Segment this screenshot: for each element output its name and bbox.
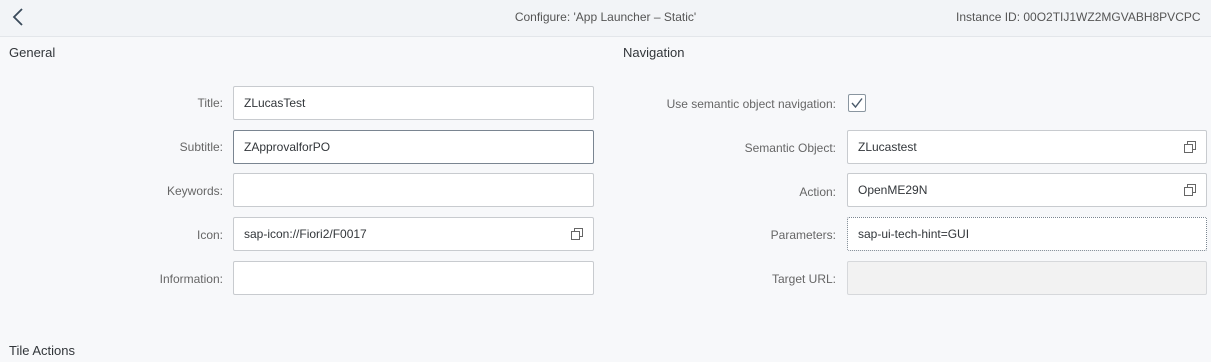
subtitle-label: Subtitle: xyxy=(179,140,223,154)
semantic-nav-checkbox[interactable] xyxy=(848,94,866,112)
parameters-label: Parameters: xyxy=(770,228,836,242)
parameters-field[interactable]: sap-ui-tech-hint=GUI xyxy=(847,217,1207,251)
information-label: Information: xyxy=(159,272,223,286)
title-field[interactable]: ZLucasTest xyxy=(233,86,594,120)
target-url-field xyxy=(847,261,1207,295)
keywords-label: Keywords: xyxy=(166,184,223,198)
semantic-nav-label: Use semantic object navigation: xyxy=(666,97,836,111)
action-value: OpenME29N xyxy=(858,183,928,197)
general-section-title: General xyxy=(9,45,56,60)
checkmark-icon xyxy=(851,98,863,109)
icon-label: Icon: xyxy=(196,228,223,242)
value-help-icon[interactable] xyxy=(1184,184,1196,196)
value-help-icon[interactable] xyxy=(1184,141,1196,153)
instance-id: Instance ID: 00O2TIJ1WZ2MGVABH8PVCPC xyxy=(956,10,1201,24)
icon-field[interactable]: sap-icon://Fiori2/F0017 xyxy=(233,217,594,251)
value-help-icon[interactable] xyxy=(571,228,583,240)
icon-field-value: sap-icon://Fiori2/F0017 xyxy=(244,227,367,241)
subtitle-field[interactable]: ZApprovalforPO xyxy=(233,130,594,164)
semantic-object-label: Semantic Object: xyxy=(744,141,836,155)
semantic-object-value: ZLucastest xyxy=(858,140,917,154)
target-url-label: Target URL: xyxy=(771,272,836,286)
header-bar: Configure: 'App Launcher – Static' Insta… xyxy=(0,0,1211,37)
keywords-field[interactable] xyxy=(233,173,594,207)
title-label: Title: xyxy=(197,96,223,110)
tile-actions-section-title: Tile Actions xyxy=(9,343,75,358)
action-field[interactable]: OpenME29N xyxy=(847,173,1207,207)
back-button[interactable] xyxy=(6,4,30,30)
chevron-left-icon xyxy=(12,8,23,26)
information-field[interactable] xyxy=(233,261,594,295)
page-title: Configure: 'App Launcher – Static' xyxy=(514,10,697,24)
semantic-object-field[interactable]: ZLucastest xyxy=(847,130,1207,164)
action-label: Action: xyxy=(799,185,836,199)
navigation-section-title: Navigation xyxy=(623,45,685,60)
